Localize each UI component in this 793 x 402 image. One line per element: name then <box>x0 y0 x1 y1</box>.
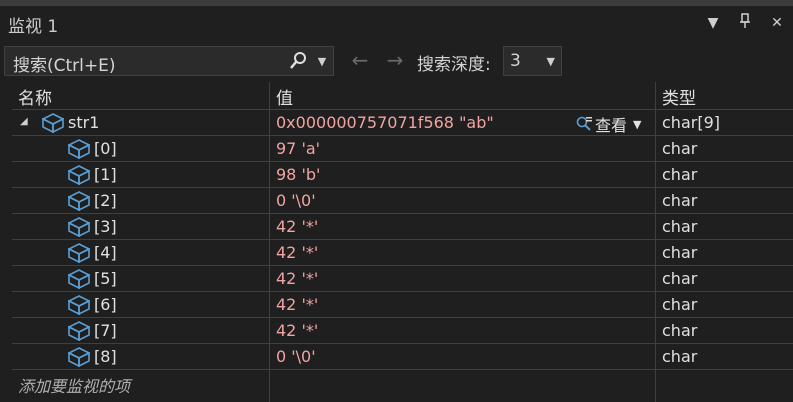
column-header-name[interactable]: 名称 <box>18 84 52 109</box>
row-name: [1] <box>94 165 117 184</box>
row-value[interactable]: 0 '\0' <box>276 347 316 366</box>
row-value[interactable]: 0 '\0' <box>276 191 316 210</box>
column-header-type[interactable]: 类型 <box>662 84 696 109</box>
row-type: char <box>662 269 698 288</box>
variable-cube-icon <box>41 113 65 134</box>
watch-window-titlebar: 监视 1 ▼ ✕ <box>0 0 793 44</box>
watch-row[interactable]: [6] 42 '*' char <box>12 292 793 318</box>
search-depth-value: 3 <box>510 51 521 71</box>
pin-icon[interactable] <box>735 13 755 33</box>
search-placeholder: 搜索(Ctrl+E) <box>13 56 116 76</box>
row-name: [4] <box>94 243 117 262</box>
row-type: char <box>662 191 698 210</box>
window-title: 监视 1 <box>8 17 59 37</box>
variable-cube-icon <box>67 165 91 186</box>
row-value[interactable]: 97 'a' <box>276 139 320 158</box>
chevron-down-icon[interactable]: ▼ <box>633 118 641 131</box>
view-label: 查看 <box>595 116 628 135</box>
variable-cube-icon <box>67 139 91 160</box>
search-depth-select[interactable]: 3 ▼ <box>503 46 562 76</box>
add-watch-row[interactable]: 添加要监视的项 <box>12 370 793 396</box>
row-value[interactable]: 42 '*' <box>276 269 318 288</box>
row-type: char <box>662 295 698 314</box>
row-type: char <box>662 217 698 236</box>
watch-row[interactable]: [5] 42 '*' char <box>12 266 793 292</box>
row-name: [2] <box>94 191 117 210</box>
row-type: char <box>662 321 698 340</box>
row-name: [6] <box>94 295 117 314</box>
watch-row[interactable]: ◢ str1 0x000000757071f568 "ab" 查看 ▼ char[9… <box>12 110 793 136</box>
row-name: [3] <box>94 217 117 236</box>
chevron-down-icon[interactable]: ▼ <box>315 53 329 71</box>
watch-toolbar: 搜索(Ctrl+E) ▼ ← → 搜索深度: 3 ▼ <box>0 44 793 80</box>
row-type: char <box>662 165 698 184</box>
row-value[interactable]: 42 '*' <box>276 217 318 236</box>
add-watch-placeholder: 添加要监视的项 <box>18 377 131 396</box>
column-header-value[interactable]: 值 <box>276 84 293 109</box>
grid-header: 名称 值 类型 <box>12 82 793 110</box>
row-name: [0] <box>94 139 117 158</box>
search-back-icon[interactable]: ← <box>348 48 372 72</box>
variable-cube-icon <box>67 191 91 212</box>
watch-row[interactable]: [4] 42 '*' char <box>12 240 793 266</box>
row-type: char <box>662 347 698 366</box>
row-name: [5] <box>94 269 117 288</box>
variable-cube-icon <box>67 347 91 368</box>
search-input[interactable]: 搜索(Ctrl+E) ▼ <box>4 46 334 76</box>
search-forward-icon[interactable]: → <box>383 48 407 72</box>
row-value[interactable]: 98 'b' <box>276 165 320 184</box>
row-value[interactable]: 42 '*' <box>276 243 318 262</box>
variable-cube-icon <box>67 269 91 290</box>
variable-cube-icon <box>67 217 91 238</box>
magnifier-icon <box>576 116 592 131</box>
row-value[interactable]: 42 '*' <box>276 295 318 314</box>
search-depth-label: 搜索深度: <box>417 55 491 75</box>
variable-cube-icon <box>67 295 91 316</box>
watch-row[interactable]: [8] 0 '\0' char <box>12 344 793 370</box>
row-value[interactable]: 0x000000757071f568 "ab" <box>276 113 494 132</box>
close-icon[interactable]: ✕ <box>767 13 787 33</box>
expand-collapse-icon[interactable]: ◢ <box>20 116 28 127</box>
row-name: [8] <box>94 347 117 366</box>
variable-cube-icon <box>67 321 91 342</box>
row-type: char <box>662 243 698 262</box>
watch-row[interactable]: [7] 42 '*' char <box>12 318 793 344</box>
view-visualizer-button[interactable]: 查看 ▼ <box>575 112 641 136</box>
row-name: [7] <box>94 321 117 340</box>
row-value[interactable]: 42 '*' <box>276 321 318 340</box>
row-type: char[9] <box>662 113 720 132</box>
watch-row[interactable]: [0] 97 'a' char <box>12 136 793 162</box>
variable-cube-icon <box>67 243 91 264</box>
watch-row[interactable]: [1] 98 'b' char <box>12 162 793 188</box>
row-name: str1 <box>68 113 100 132</box>
chevron-down-icon[interactable]: ▼ <box>703 13 723 33</box>
title-buttons: ▼ ✕ <box>703 13 787 33</box>
search-icon[interactable] <box>289 51 307 71</box>
chevron-down-icon[interactable]: ▼ <box>547 53 555 71</box>
row-type: char <box>662 139 698 158</box>
watch-row[interactable]: [3] 42 '*' char <box>12 214 793 240</box>
watch-row[interactable]: [2] 0 '\0' char <box>12 188 793 214</box>
watch-grid: 名称 值 类型 ◢ str1 0x000000757071f568 "ab" 查看 … <box>12 82 793 402</box>
